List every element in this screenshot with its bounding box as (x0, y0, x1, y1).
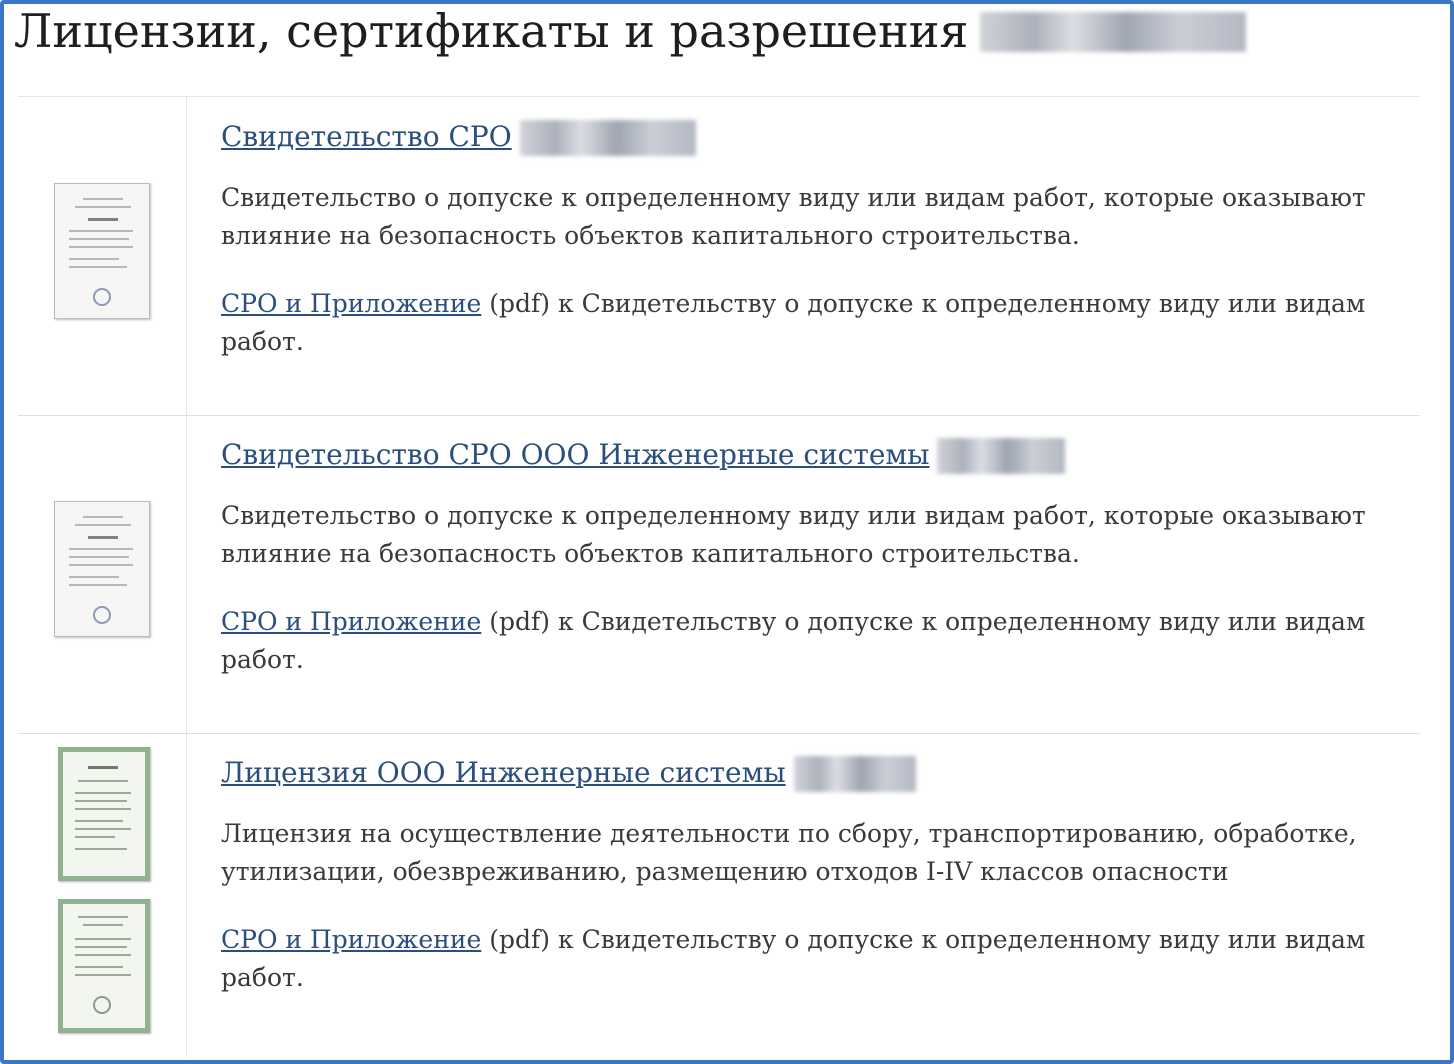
item-description: Лицензия на осуществление деятельности п… (221, 819, 1357, 886)
item-description: Свидетельство о допуске к определенному … (221, 501, 1366, 568)
column-divider (186, 733, 187, 1057)
file-line: СРО и Приложение (pdf) к Свидетельству о… (221, 921, 1400, 997)
list-item: Свидетельство СРО Свидетельство о допуск… (18, 97, 1420, 416)
list-item: Свидетельство СРО ООО Инженерные системы… (18, 415, 1420, 734)
file-format: (pdf) (489, 289, 551, 318)
thumbnail-cell (18, 415, 186, 733)
pdf-file-link[interactable]: СРО и Приложение (221, 289, 481, 318)
certificate-title-link[interactable]: Свидетельство СРО ООО Инженерные системы (221, 437, 929, 473)
page-title: Лицензии, сертификаты и разрешения (14, 2, 1247, 60)
license-thumbnail[interactable] (58, 747, 150, 881)
file-line: СРО и Приложение (pdf) к Свидетельству о… (221, 285, 1400, 361)
certificate-title-link[interactable]: Свидетельство СРО (221, 119, 512, 155)
item-description: Свидетельство о допуске к определенному … (221, 183, 1366, 250)
seal-icon (93, 288, 111, 306)
thumbnail-cell (18, 733, 186, 1057)
column-divider (186, 97, 187, 415)
redacted-text (793, 755, 916, 792)
item-content: Лицензия ООО Инженерные системы Лицензия… (221, 755, 1400, 997)
seal-icon (93, 606, 111, 624)
item-content: Свидетельство СРО Свидетельство о допуск… (221, 119, 1400, 361)
documents-list: Свидетельство СРО Свидетельство о допуск… (18, 96, 1420, 1057)
license-appendix-thumbnail[interactable] (58, 899, 150, 1033)
page-title-text: Лицензии, сертификаты и разрешения (14, 4, 969, 58)
thumbnail-cell (18, 97, 186, 415)
redacted-text (937, 437, 1066, 474)
pdf-file-link[interactable]: СРО и Приложение (221, 925, 481, 954)
item-content: Свидетельство СРО ООО Инженерные системы… (221, 437, 1400, 679)
file-format: (pdf) (489, 925, 551, 954)
column-divider (186, 415, 187, 733)
redacted-text (519, 119, 696, 156)
file-format: (pdf) (489, 607, 551, 636)
redacted-company-name (980, 12, 1247, 52)
license-title-link[interactable]: Лицензия ООО Инженерные системы (221, 755, 786, 791)
certificate-thumbnail[interactable] (54, 501, 150, 637)
pdf-file-link[interactable]: СРО и Приложение (221, 607, 481, 636)
seal-icon (93, 996, 111, 1014)
file-line: СРО и Приложение (pdf) к Свидетельству о… (221, 603, 1400, 679)
certificate-thumbnail[interactable] (54, 183, 150, 319)
list-item: Лицензия ООО Инженерные системы Лицензия… (18, 733, 1420, 1057)
